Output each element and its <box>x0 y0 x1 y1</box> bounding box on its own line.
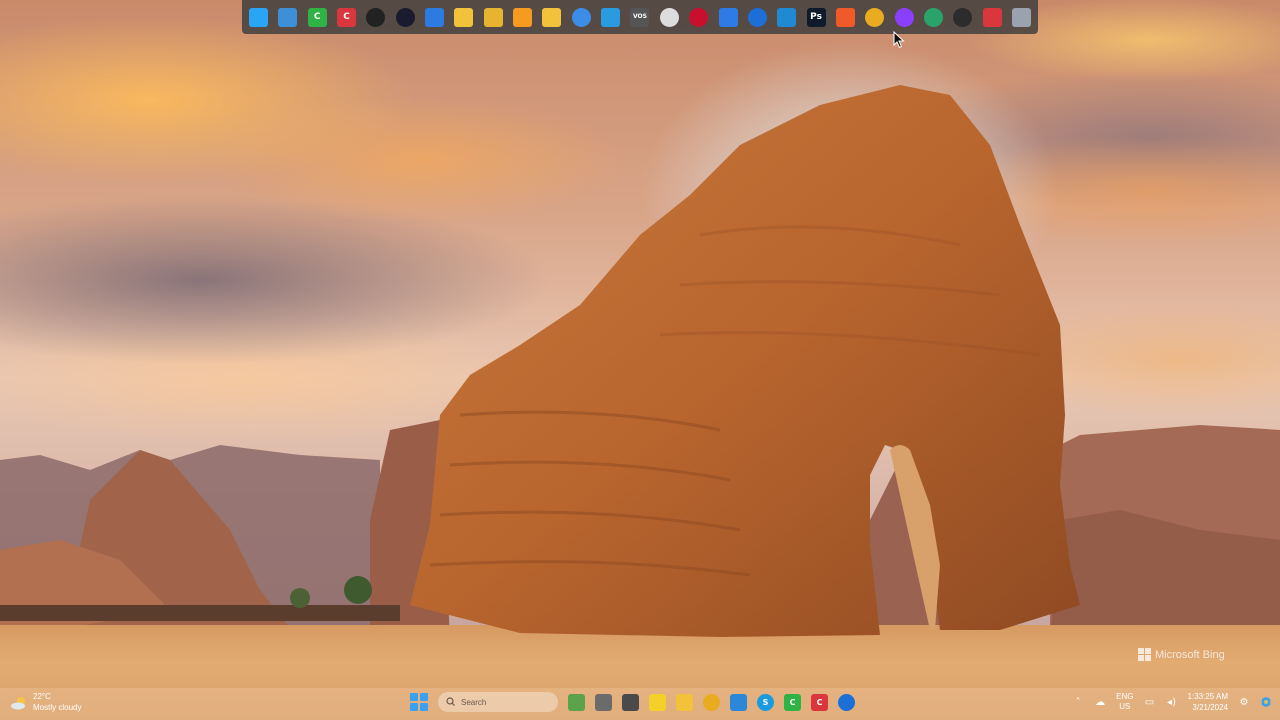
file-explorer-icon[interactable] <box>676 693 693 711</box>
camtasia-green-icon[interactable]: C <box>784 693 801 711</box>
chameleon-widget-icon[interactable] <box>568 693 585 711</box>
skype-icon[interactable]: S <box>757 693 774 711</box>
chevron-up-icon[interactable]: ˄ <box>1072 696 1084 708</box>
cloud-icon[interactable]: ☁ <box>1094 696 1106 708</box>
chrome-icon[interactable] <box>865 7 885 27</box>
search-icon <box>446 696 455 708</box>
edge-icon[interactable] <box>923 7 943 27</box>
weather-widget[interactable]: 22°C Mostly cloudy <box>10 691 81 713</box>
brave-icon[interactable] <box>835 7 855 27</box>
top-launcher-dock: C C VOS Ps <box>242 0 1038 34</box>
firefox-icon[interactable] <box>747 7 767 27</box>
clock-date: 3/21/2024 <box>1192 703 1228 712</box>
clock-icon[interactable] <box>659 7 679 27</box>
bing-credit-label: Microsoft Bing <box>1155 648 1225 661</box>
notification-bell-icon[interactable]: ⚙ <box>1238 696 1250 708</box>
language-indicator[interactable]: ENG US <box>1116 692 1133 712</box>
camtasia-green-icon[interactable]: C <box>307 7 327 27</box>
task-view-icon[interactable] <box>595 693 612 711</box>
power-icon[interactable] <box>982 7 1002 27</box>
firefox-icon[interactable] <box>838 693 855 711</box>
chrome-icon[interactable] <box>703 693 720 711</box>
file-explorer-icon[interactable] <box>542 7 562 27</box>
sync-icon[interactable] <box>571 7 591 27</box>
app-blue-square-icon[interactable] <box>425 7 445 27</box>
bing-credit: Microsoft Bing <box>1138 648 1225 661</box>
taskbar: 22°C Mostly cloudy Search SCC ˄ ☁ ENG US… <box>0 688 1280 720</box>
taskbar-center: Search SCC <box>410 692 855 712</box>
desktop-wallpaper: Microsoft Bing <box>0 0 1280 720</box>
recycle-bin-icon[interactable] <box>1011 7 1031 27</box>
obs-icon[interactable] <box>366 7 386 27</box>
docs-icon[interactable] <box>718 7 738 27</box>
bing-logo-icon <box>1138 648 1151 661</box>
region-label: US <box>1119 702 1131 711</box>
weather-temperature: 22°C <box>33 692 51 701</box>
speaker-icon[interactable]: ◂) <box>1166 696 1178 708</box>
app-dark-circle-icon[interactable] <box>953 7 973 27</box>
calculator-icon[interactable] <box>622 693 639 711</box>
system-tray: ˄ ☁ ENG US ▭ ◂) 1:33:25 AM 3/21/2024 ⚙ <box>1072 691 1272 713</box>
photoshop-icon[interactable]: Ps <box>806 7 826 27</box>
box-icon[interactable] <box>601 7 621 27</box>
camtasia-red-icon[interactable]: C <box>337 7 357 27</box>
search-placeholder: Search <box>461 697 487 707</box>
messenger-icon[interactable] <box>894 7 914 27</box>
start-button[interactable] <box>410 693 428 711</box>
weather-condition: Mostly cloudy <box>33 703 82 712</box>
monitor-icon[interactable]: ▭ <box>1144 696 1156 708</box>
app-circle-icon[interactable] <box>395 7 415 27</box>
mouse-cursor-icon <box>893 31 905 49</box>
vos-icon[interactable]: VOS <box>630 7 650 27</box>
search-icon[interactable] <box>513 7 533 27</box>
desktop-icon[interactable] <box>278 7 298 27</box>
folder-icon[interactable] <box>454 7 474 27</box>
folder-files-icon[interactable] <box>483 7 503 27</box>
camtasia-red-icon[interactable]: C <box>811 693 828 711</box>
opera-icon[interactable] <box>689 7 709 27</box>
vscode-icon[interactable] <box>777 7 797 27</box>
cloud-sun-icon <box>10 695 28 710</box>
clock-time: 1:33:25 AM <box>1187 692 1228 701</box>
copilot-icon[interactable] <box>1260 696 1272 708</box>
notepad-icon[interactable] <box>730 693 747 711</box>
system-clock[interactable]: 1:33:25 AM 3/21/2024 <box>1188 691 1228 713</box>
windows-start-icon[interactable] <box>249 7 268 27</box>
language-label: ENG <box>1116 692 1134 701</box>
sticky-notes-icon[interactable] <box>649 693 666 711</box>
taskbar-search[interactable]: Search <box>438 692 558 712</box>
elephant-rock <box>410 85 1080 637</box>
